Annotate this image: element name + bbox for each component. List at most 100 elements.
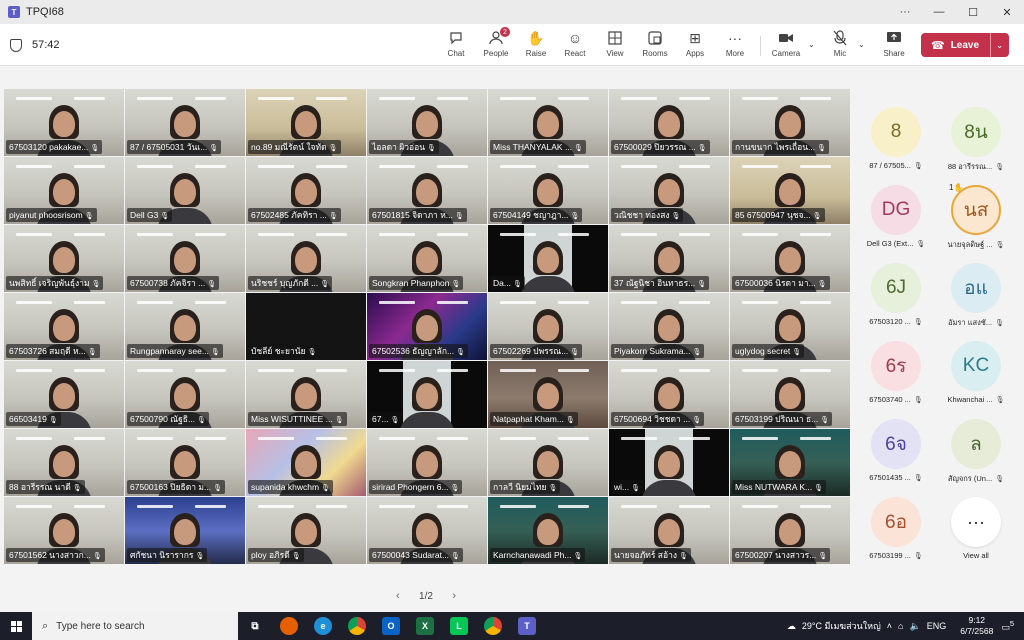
- video-tile[interactable]: 67501562 นางสาวก... 🎙: [4, 497, 124, 564]
- close-button[interactable]: ✕: [990, 0, 1024, 24]
- video-tile[interactable]: Natpaphat Kham... 🎙: [488, 361, 608, 428]
- network-icon[interactable]: ⌂: [898, 621, 903, 631]
- tray-chevron-icon[interactable]: ˄: [887, 621, 892, 631]
- video-tile[interactable]: Miss NUTWARA K... 🎙: [730, 429, 850, 496]
- participant-avatar-item[interactable]: 6จ 67501435 ... 🎙: [856, 419, 936, 482]
- video-tile[interactable]: uglydog secret 🎙: [730, 293, 850, 360]
- participant-avatar-item[interactable]: DG Dell G3 (Ext... 🎙: [856, 185, 936, 248]
- video-tile[interactable]: ศกัชนา นิรารากร 🎙: [125, 497, 245, 564]
- participant-avatar-item[interactable]: 6อ 67503199 ... 🎙: [856, 497, 936, 560]
- video-tile[interactable]: 67500029 ปิยวรรณ ... 🎙: [609, 89, 729, 156]
- participant-avatar-item[interactable]: 8 87 / 67505... 🎙: [856, 107, 936, 170]
- previous-page-arrow-icon[interactable]: ‹: [396, 590, 400, 602]
- video-tile[interactable]: supanida khwchm 🎙: [246, 429, 366, 496]
- video-tile[interactable]: 67500207 นางสาวร... 🎙: [730, 497, 850, 564]
- participant-avatar-item[interactable]: KC Khwanchai ... 🎙: [936, 341, 1016, 404]
- video-tile[interactable]: 67500738 ภัคจิรา ... 🎙: [125, 225, 245, 292]
- share-button[interactable]: Share: [875, 28, 913, 62]
- video-tile[interactable]: piyanut phoosrisom 🎙: [4, 157, 124, 224]
- video-tile[interactable]: Da... 🎙: [488, 225, 608, 292]
- apps-button[interactable]: ⊞ Apps: [676, 28, 714, 62]
- video-tile[interactable]: นริชชร์ บุญภักดี ... 🎙: [246, 225, 366, 292]
- video-tile[interactable]: no.89 มณีรัตน์ ใจทัด 🎙: [246, 89, 366, 156]
- video-tile[interactable]: 67500790 ณัฐธิ... 🎙: [125, 361, 245, 428]
- raise-hand-button[interactable]: ✋ Raise: [517, 28, 555, 62]
- leave-button[interactable]: ☎ Leave ⌄: [921, 33, 1009, 57]
- video-tile[interactable]: 66503419 🎙: [4, 361, 124, 428]
- mic-options-chevron-icon[interactable]: ⌄: [858, 40, 865, 49]
- taskbar-search-box[interactable]: ⌕ Type here to search: [32, 612, 238, 640]
- volume-icon[interactable]: 🔈: [909, 621, 920, 632]
- rooms-button[interactable]: Rooms: [636, 28, 674, 62]
- video-tile[interactable]: wi... 🎙: [609, 429, 729, 496]
- video-tile[interactable]: 67502536 ธัญญาลัก... 🎙: [367, 293, 487, 360]
- camera-options-chevron-icon[interactable]: ⌄: [808, 40, 815, 49]
- video-tile[interactable]: ploy อภิรดี 🎙: [246, 497, 366, 564]
- excel-icon[interactable]: X: [408, 612, 442, 640]
- outlook-icon[interactable]: O: [374, 612, 408, 640]
- video-tile[interactable]: บัชลีย์ ชะยานัย 🎙: [246, 293, 366, 360]
- video-tile[interactable]: 67... 🎙: [367, 361, 487, 428]
- video-tile[interactable]: Rungpannaray see... 🎙: [125, 293, 245, 360]
- participant-avatar-item[interactable]: อแ อัมรา แสงชั... 🎙: [936, 263, 1016, 329]
- video-tile[interactable]: 88 อารีรรณ นาดี 🎙: [4, 429, 124, 496]
- leave-options-chevron-icon[interactable]: ⌄: [990, 33, 1003, 57]
- next-page-arrow-icon[interactable]: ›: [452, 590, 456, 602]
- video-tile[interactable]: กานขนาก ไพรเถื่อน... 🎙: [730, 89, 850, 156]
- minimize-button[interactable]: —: [922, 0, 956, 24]
- notification-icon[interactable]: ▭5: [1001, 619, 1014, 633]
- start-button[interactable]: [0, 612, 32, 640]
- weather-text[interactable]: 29°C มีเมฆส่วนใหญ่: [802, 619, 881, 633]
- video-tile[interactable]: 85 67500947 นุชจ... 🎙: [730, 157, 850, 224]
- video-tile[interactable]: 67501815 จิดาภา ห... 🎙: [367, 157, 487, 224]
- participant-avatar-item[interactable]: 6ร 67503740 ... 🎙: [856, 341, 936, 404]
- edge-icon[interactable]: e: [306, 612, 340, 640]
- more-button[interactable]: ··· More: [716, 28, 754, 62]
- maximize-button[interactable]: ☐: [956, 0, 990, 24]
- video-tile[interactable]: 67502269 ปพรรณ... 🎙: [488, 293, 608, 360]
- video-tile[interactable]: 67500043 Sudarat... 🎙: [367, 497, 487, 564]
- more-options-icon[interactable]: ···: [888, 0, 922, 24]
- task-view-icon[interactable]: ⧉: [238, 612, 272, 640]
- video-tile[interactable]: นพสิทธิ์ เจริญพันธุ์งาม 🎙: [4, 225, 124, 292]
- react-button[interactable]: ☺ React: [556, 28, 594, 62]
- clock[interactable]: 9:12 6/7/2568: [960, 615, 993, 637]
- camera-button[interactable]: Camera: [767, 28, 805, 62]
- video-tile[interactable]: 67504149 ชญาฎา... 🎙: [488, 157, 608, 224]
- video-tile[interactable]: Piyakorn Sukrama... 🎙: [609, 293, 729, 360]
- participant-avatar-item[interactable]: ลสัญจกร (Un... 🎙: [936, 419, 1016, 485]
- video-tile[interactable]: 67500163 ปิยธิดา ม... 🎙: [125, 429, 245, 496]
- line-icon[interactable]: L: [442, 612, 476, 640]
- video-tile[interactable]: วณิชชา ทองสง 🎙: [609, 157, 729, 224]
- chat-button[interactable]: Chat: [437, 28, 475, 62]
- video-tile[interactable]: 67502485 ภัคทิรา ... 🎙: [246, 157, 366, 224]
- teams-taskbar-icon[interactable]: T: [510, 612, 544, 640]
- video-tile[interactable]: 67500694 วิชชดา ... 🎙: [609, 361, 729, 428]
- video-tile[interactable]: ไอลดา ผิวอ่อน 🎙: [367, 89, 487, 156]
- view-all-participants[interactable]: ··· View all: [936, 497, 1016, 560]
- video-tile[interactable]: Songkran Phanphon 🎙: [367, 225, 487, 292]
- video-tile[interactable]: 67503726 สมฤดี ห... 🎙: [4, 293, 124, 360]
- participant-avatar-item[interactable]: 6J 67503120 ... 🎙: [856, 263, 936, 326]
- video-tile[interactable]: 67503199 ปริณนา ธ... 🎙: [730, 361, 850, 428]
- view-button[interactable]: View: [596, 28, 634, 62]
- video-tile[interactable]: 67503120 pakakae... 🎙: [4, 89, 124, 156]
- video-tile[interactable]: Karnchanawadi Ph... 🎙: [488, 497, 608, 564]
- video-tile[interactable]: Miss WISUTTINEE ... 🎙: [246, 361, 366, 428]
- participant-avatar-item[interactable]: นส 1✋ นายจุลดิษฐ์ ... 🎙: [936, 183, 1016, 251]
- firefox-icon[interactable]: [272, 612, 306, 640]
- video-tile[interactable]: 87 / 67505031 วันเ... 🎙: [125, 89, 245, 156]
- participant-avatar-item[interactable]: 8น 88 อารีรรณ... 🎙: [936, 107, 1016, 173]
- video-tile[interactable]: กาลวี นิยมไทย 🎙: [488, 429, 608, 496]
- video-tile[interactable]: 67500036 นิรดา มา... 🎙: [730, 225, 850, 292]
- chrome-icon[interactable]: [340, 612, 374, 640]
- video-tile[interactable]: Dell G3 🎙: [125, 157, 245, 224]
- language-indicator[interactable]: ENG: [927, 621, 947, 631]
- video-tile[interactable]: นายจอภัทร์ สอ้าง 🎙: [609, 497, 729, 564]
- people-button[interactable]: 2 People: [477, 27, 515, 62]
- mic-button[interactable]: Mic: [821, 28, 859, 62]
- video-tile[interactable]: Miss THANYALAK ... 🎙: [488, 89, 608, 156]
- video-tile[interactable]: sirirad Phongern 6... 🎙: [367, 429, 487, 496]
- video-tile[interactable]: 37 ณัฐนิชา อินทาธร... 🎙: [609, 225, 729, 292]
- chrome-profile-icon[interactable]: [476, 612, 510, 640]
